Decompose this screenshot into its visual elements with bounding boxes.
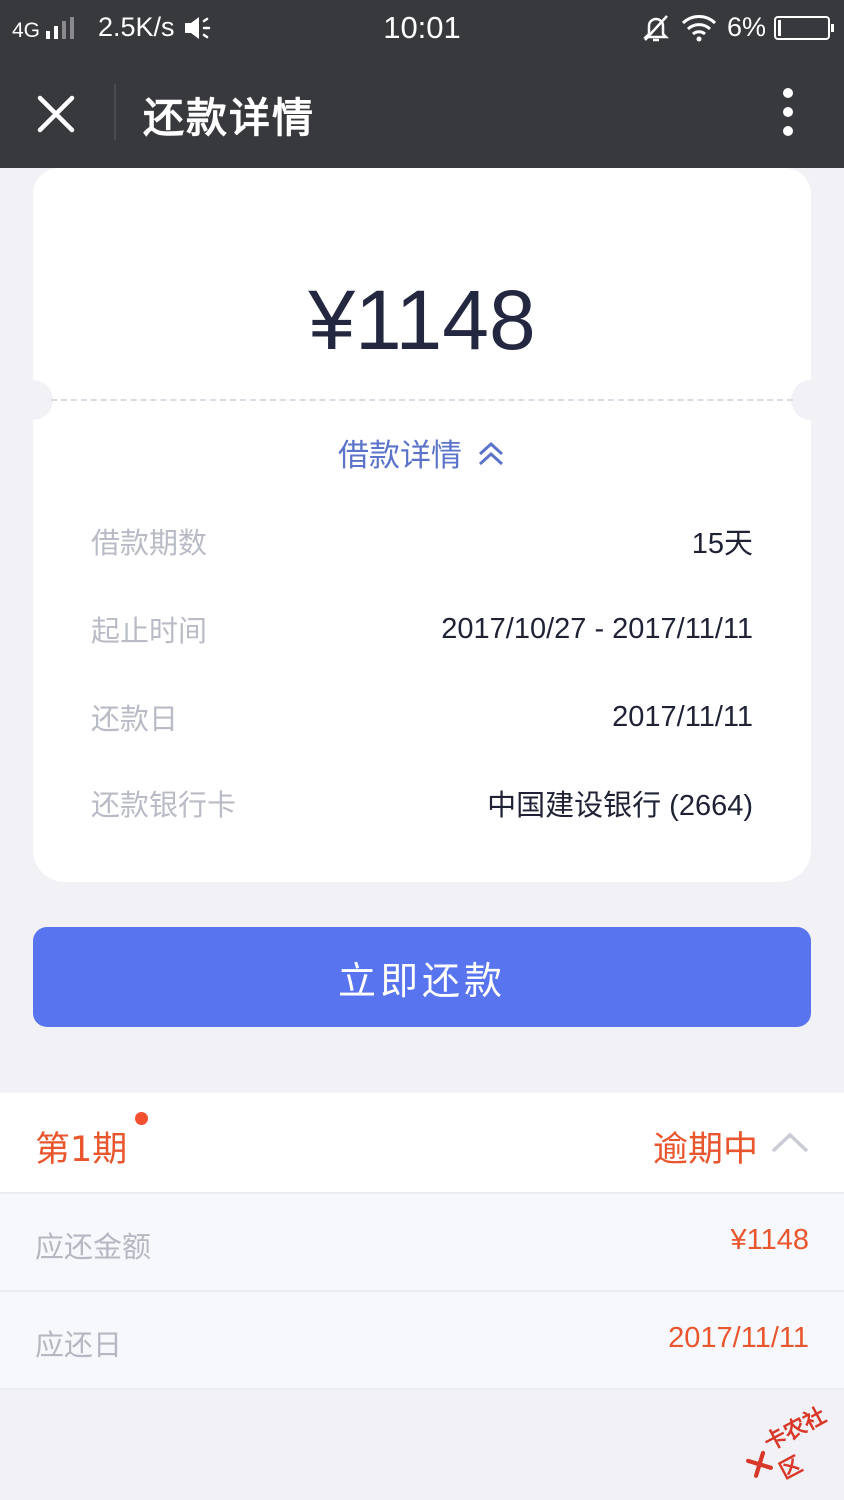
detail-row-term: 借款期数 15天 xyxy=(91,520,753,562)
double-chevron-up-icon xyxy=(478,441,504,465)
status-bar: 4G 2.5K/s 10:01 6% xyxy=(0,0,844,56)
loan-details-label: 借款详情 xyxy=(338,438,462,474)
page-title: 还款详情 xyxy=(143,94,315,142)
detail-label: 还款银行卡 xyxy=(91,788,237,822)
more-vertical-icon[interactable] xyxy=(774,86,802,138)
installment-row-value: 2017/11/11 xyxy=(668,1322,809,1354)
detail-label: 起止时间 xyxy=(91,614,208,648)
detail-value: 15天 xyxy=(691,528,753,560)
ticket-notch-left xyxy=(13,380,53,420)
status-right: 6% xyxy=(641,12,834,43)
detail-row-due-date: 还款日 2017/11/11 xyxy=(91,696,753,738)
detail-label: 借款期数 xyxy=(91,526,208,560)
ticket-notch-right xyxy=(791,380,831,420)
detail-value: 2017/11/11 xyxy=(612,700,753,733)
installment-status: 逾期中 xyxy=(652,1130,758,1170)
detail-value: 中国建设银行 (2664) xyxy=(487,790,753,822)
detail-value: 2017/10/27 - 2017/11/11 xyxy=(441,612,753,645)
battery-icon xyxy=(774,15,834,40)
dashed-divider xyxy=(51,399,793,401)
chevron-up-icon[interactable] xyxy=(770,1127,810,1157)
detail-label: 还款日 xyxy=(91,702,179,736)
installment-row-value: ¥1148 xyxy=(730,1224,810,1256)
detail-row-period: 起止时间 2017/10/27 - 2017/11/11 xyxy=(91,608,753,650)
title-divider xyxy=(114,84,116,140)
installment-row-amount: 应还金额 ¥1148 xyxy=(0,1194,844,1292)
installment-row-label: 应还金额 xyxy=(35,1230,152,1264)
battery-percent: 6% xyxy=(726,12,766,42)
total-amount: ¥1148 xyxy=(308,273,536,367)
title-bar: 还款详情 xyxy=(0,56,844,168)
installment-row-label: 应还日 xyxy=(35,1328,123,1362)
detail-row-bank-card: 还款银行卡 中国建设银行 (2664) xyxy=(91,782,753,824)
installment-row-due-date: 应还日 2017/11/11 xyxy=(0,1292,844,1390)
installment-header[interactable]: 第1期 逾期中 xyxy=(0,1093,844,1194)
repay-now-button[interactable]: 立即还款 xyxy=(33,927,811,1027)
installment-label: 第1期 xyxy=(35,1130,128,1170)
close-icon[interactable] xyxy=(34,92,78,136)
bell-off-icon xyxy=(642,14,669,41)
unread-dot xyxy=(135,1112,148,1125)
loan-details-toggle[interactable]: 借款详情 xyxy=(33,430,811,475)
wifi-icon xyxy=(681,14,717,41)
watermark: 卡农社区 xyxy=(735,1394,844,1497)
repayment-card: ¥1148 借款详情 借款期数 15天 起止时间 2017/10/27 - 20… xyxy=(13,168,831,882)
